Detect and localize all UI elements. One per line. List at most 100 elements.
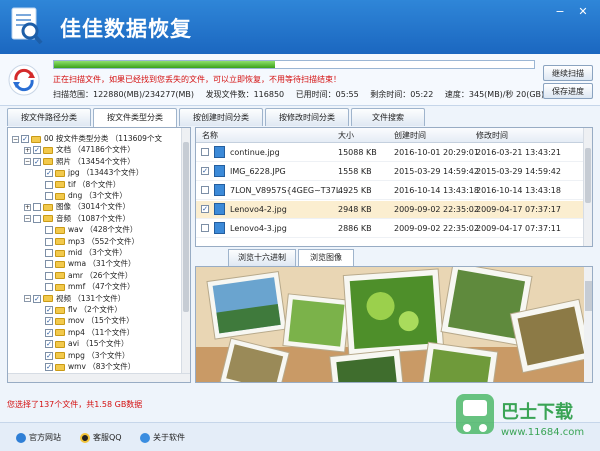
file-checkbox[interactable]: [201, 186, 209, 194]
tree-toggle-icon[interactable]: +: [24, 203, 31, 211]
tree-scrollbar[interactable]: [181, 128, 190, 382]
tree-node-label: 00 按文件类型分类 （113609个文: [44, 134, 162, 143]
tree-node-label: avi （15个文件）: [68, 339, 129, 349]
continue-scan-button[interactable]: 继续扫描: [543, 65, 593, 81]
file-size: 15088 KB: [338, 148, 377, 157]
tree-node-label: jpg （13443个文件）: [68, 168, 144, 178]
tree-node[interactable]: ✓ jpg （13443个文件）: [36, 167, 143, 178]
qq-icon: [80, 432, 90, 443]
tree-node[interactable]: mp3 （552个文件）: [36, 236, 139, 247]
file-checkbox[interactable]: ✓: [201, 167, 209, 175]
tree-toggle-icon[interactable]: −: [24, 158, 31, 166]
tree-node[interactable]: ✓ avi （15个文件）: [36, 338, 129, 349]
tree-checkbox[interactable]: ✓: [45, 363, 53, 371]
tab-by-created[interactable]: 按创建时间分类: [179, 108, 263, 126]
col-modified[interactable]: 修改时间: [476, 130, 508, 141]
tree-node[interactable]: − 音频 （1087个文件）: [24, 213, 130, 224]
tree-node[interactable]: ✓ wmv （83个文件）: [36, 361, 135, 372]
tab-hex-view[interactable]: 浏览十六进制: [228, 249, 296, 266]
official-site-link[interactable]: 官方网站: [16, 432, 61, 443]
tree-checkbox[interactable]: ✓: [21, 135, 29, 143]
tab-by-modified[interactable]: 按修改时间分类: [265, 108, 349, 126]
scan-progress-panel: 正在扫描文件，如果已经找到您丢失的文件，可以立即恢复，不用等待扫描结束！ 扫描范…: [0, 54, 600, 106]
scan-refresh-icon: [8, 64, 40, 96]
tree-checkbox[interactable]: [45, 226, 53, 235]
tree-checkbox[interactable]: [45, 237, 53, 246]
tree-checkbox[interactable]: [45, 260, 53, 269]
file-checkbox[interactable]: [201, 148, 209, 156]
close-button[interactable]: ✕: [574, 4, 592, 19]
tree-checkbox[interactable]: [45, 271, 53, 280]
file-list-scrollbar[interactable]: [583, 128, 592, 246]
col-size[interactable]: 大小: [338, 130, 354, 141]
file-scroll-thumb[interactable]: [585, 148, 591, 203]
tab-by-path[interactable]: 按文件路径分类: [7, 108, 91, 126]
file-row[interactable]: 7LON_V8957S{4GEG~T37L... 4925 KB 2016-10-1…: [196, 182, 584, 200]
preview-photo: [196, 267, 592, 382]
tree-node[interactable]: + ✓ 文档 （47186个文件）: [24, 144, 135, 155]
tree-node-label: amr （26个文件）: [68, 270, 133, 280]
tree-checkbox[interactable]: [33, 214, 41, 223]
about-label: 关于软件: [153, 433, 185, 442]
tree-toggle-icon[interactable]: −: [12, 135, 19, 143]
file-name: 7LON_V8957S{4GEG~T37L...: [230, 186, 348, 195]
folder-icon: [55, 169, 65, 177]
tree-checkbox[interactable]: ✓: [33, 157, 41, 166]
file-row[interactable]: ✓ Lenovo4-2.jpg 2948 KB 2009-09-02 22:35:02…: [196, 201, 584, 219]
tree-node[interactable]: ✓ mpg （3个文件）: [36, 350, 129, 361]
tree-checkbox[interactable]: [45, 180, 53, 189]
tree-node[interactable]: dng （3个文件）: [36, 190, 127, 201]
tree-node[interactable]: wav （428个文件）: [36, 224, 137, 235]
file-row[interactable]: continue.jpg 15088 KB 2016-10-01 20:29:01 2…: [196, 144, 584, 162]
file-checkbox[interactable]: [201, 224, 209, 232]
tree-checkbox[interactable]: [45, 283, 53, 292]
col-created[interactable]: 创建时间: [394, 130, 426, 141]
tree-checkbox[interactable]: ✓: [33, 146, 41, 155]
tree-checkbox[interactable]: [45, 192, 53, 200]
tree-scroll-thumb[interactable]: [183, 142, 189, 312]
file-row[interactable]: ✓ IMG_6228.JPG 1558 KB 2015-03-29 14:59:42 2…: [196, 163, 584, 181]
tree-checkbox[interactable]: ✓: [45, 328, 53, 337]
tree-node[interactable]: ✓ flv （2个文件）: [36, 304, 122, 315]
file-row[interactable]: Lenovo4-3.jpg 2886 KB 2009-09-02 22:35:02 2…: [196, 220, 584, 238]
folder-icon: [43, 295, 53, 303]
tree-node[interactable]: ✓ mov （15个文件）: [36, 315, 134, 326]
tree-checkbox[interactable]: ✓: [45, 169, 53, 178]
tree-checkbox[interactable]: [33, 203, 41, 212]
support-qq-link[interactable]: 客服QQ: [80, 432, 122, 443]
tree-node[interactable]: tif （8个文件）: [36, 179, 120, 190]
tree-node[interactable]: amr （26个文件）: [36, 270, 132, 281]
tree-checkbox[interactable]: ✓: [45, 317, 53, 326]
tab-image-view[interactable]: 浏览图像: [298, 249, 354, 266]
tree-toggle-icon[interactable]: −: [24, 295, 31, 303]
tree-node[interactable]: mmf （47个文件）: [36, 281, 135, 292]
tree-checkbox[interactable]: ✓: [45, 340, 53, 349]
tree-node[interactable]: − ✓ 视频 （131个文件）: [24, 293, 125, 304]
col-name[interactable]: 名称: [202, 130, 218, 141]
about-link[interactable]: 关于软件: [140, 432, 185, 443]
tree-node[interactable]: − ✓ 照片 （13454个文件）: [24, 156, 135, 167]
image-preview: [195, 266, 593, 383]
save-progress-button[interactable]: 保存进度: [543, 83, 593, 99]
tree-toggle-icon[interactable]: +: [24, 146, 31, 154]
image-file-icon: [214, 222, 225, 234]
tree-node[interactable]: mid （3个文件）: [36, 247, 127, 258]
file-modified: 2016-10-14 13:43:18: [476, 186, 561, 195]
tree-checkbox[interactable]: ✓: [33, 294, 41, 303]
tree-checkbox[interactable]: ✓: [45, 351, 53, 360]
tree-checkbox[interactable]: ✓: [45, 306, 53, 314]
tab-file-search[interactable]: 文件搜索: [351, 108, 425, 126]
tree-node[interactable]: wma （31个文件）: [36, 258, 135, 269]
file-checkbox[interactable]: ✓: [201, 205, 209, 213]
file-name: continue.jpg: [230, 148, 280, 157]
tree-toggle-icon[interactable]: −: [24, 215, 31, 223]
tree-node[interactable]: − ✓ 00 按文件类型分类 （113609个文: [12, 133, 162, 144]
file-size: 2948 KB: [338, 205, 372, 214]
tree-node[interactable]: + 图像 （3014个文件）: [24, 201, 130, 212]
tree-node[interactable]: ✓ mp4 （11个文件）: [36, 327, 134, 338]
minimize-button[interactable]: −: [551, 4, 569, 19]
tree-checkbox[interactable]: [45, 249, 53, 257]
tab-by-type[interactable]: 按文件类型分类: [93, 108, 177, 127]
bus-logo-icon: 巴士下载 www.11684.com: [456, 394, 584, 438]
tree-h-scrollbar[interactable]: [8, 373, 190, 382]
